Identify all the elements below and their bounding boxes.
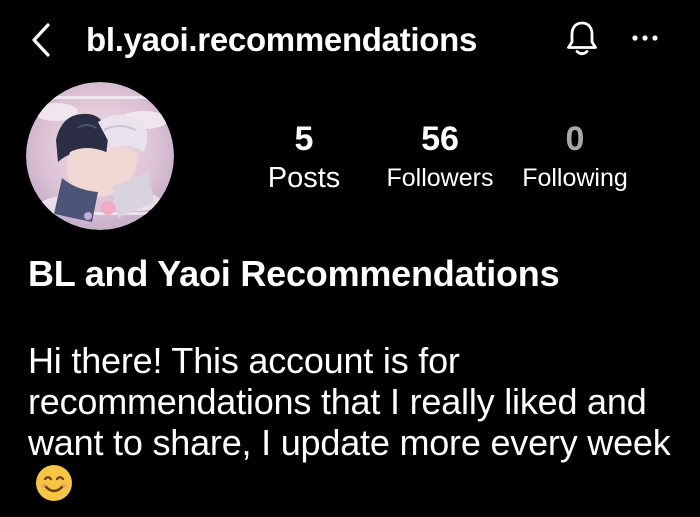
- posts-count-label: Posts: [267, 162, 341, 194]
- followers-count-label: Followers: [386, 164, 494, 192]
- notifications-button[interactable]: [560, 16, 604, 60]
- more-options-button[interactable]: [620, 18, 670, 58]
- more-horizontal-icon: [632, 35, 658, 41]
- smiling-face-icon: [34, 463, 74, 511]
- followers-count[interactable]: 56 Followers: [376, 118, 504, 196]
- following-count-value: 0: [565, 120, 585, 158]
- profile-header: bl.yaoi.recommendations: [0, 0, 700, 80]
- bell-icon: [567, 21, 597, 56]
- chevron-left-icon: [32, 23, 50, 57]
- profile-display-name: BL and Yaoi Recommendations: [28, 253, 560, 294]
- profile-bio: Hi there! This account is for recommenda…: [28, 340, 688, 511]
- posts-count[interactable]: 5 Posts: [256, 118, 352, 196]
- back-button[interactable]: [24, 20, 58, 60]
- following-count-label: Following: [522, 164, 628, 192]
- profile-username: bl.yaoi.recommendations: [86, 21, 478, 58]
- followers-count-value: 56: [421, 120, 459, 158]
- profile-avatar[interactable]: [26, 82, 174, 230]
- following-count[interactable]: 0 Following: [512, 118, 638, 196]
- profile-avatar-illustration: [26, 82, 174, 230]
- profile-bio-text: Hi there! This account is for recommenda…: [28, 340, 671, 463]
- posts-count-value: 5: [294, 120, 314, 158]
